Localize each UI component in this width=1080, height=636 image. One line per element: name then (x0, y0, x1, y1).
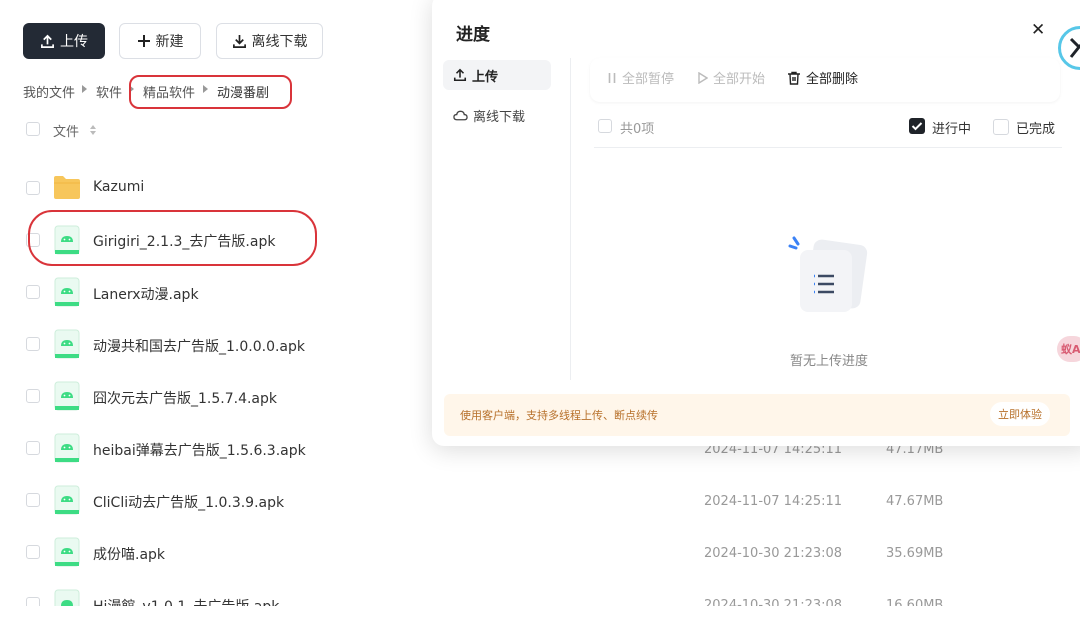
panel-divider (570, 58, 571, 380)
item-count: 共0项 (620, 122, 655, 137)
row-checkbox[interactable] (26, 545, 40, 559)
file-name[interactable]: 囧次元去广告版_1.5.7.4.apk (93, 388, 277, 408)
progress-panel: 进度 ✕ 上传 离线下载 全部暂停 全部开始 全部删除 共0项 进行中 已完成 … (432, 0, 1080, 446)
upload-button-label: 上传 (60, 34, 88, 50)
in-progress-checkbox[interactable] (909, 118, 925, 134)
start-all-label: 全部开始 (713, 72, 766, 87)
empty-document-icon (788, 236, 868, 312)
cloud-icon (453, 110, 468, 121)
android-apk-icon (54, 381, 80, 411)
android-apk-icon (54, 433, 80, 463)
upload-icon (453, 68, 467, 82)
play-icon (698, 71, 708, 84)
try-now-button[interactable]: 立即体验 (990, 402, 1050, 426)
assistant-icon (1069, 37, 1080, 58)
try-now-label: 立即体验 (998, 408, 1042, 421)
start-all-button[interactable]: 全部开始 (697, 68, 765, 87)
file-name[interactable]: 成份喵.apk (93, 544, 165, 564)
file-name[interactable]: Kazumi (93, 179, 144, 195)
android-apk-icon (54, 537, 80, 567)
row-checkbox[interactable] (26, 441, 40, 455)
file-name[interactable]: CliCli动去广告版_1.0.3.9.apk (93, 492, 284, 512)
row-checkbox[interactable] (26, 337, 40, 351)
tab-upload[interactable]: 上传 (443, 60, 551, 90)
side-translate-badge[interactable]: 蚁A (1057, 336, 1080, 362)
file-size: 35.69MB (886, 546, 944, 561)
list-bottom-fade (0, 606, 1080, 636)
sort-icon[interactable] (89, 124, 97, 136)
android-apk-icon (54, 329, 80, 359)
tab-offline-download[interactable]: 离线下载 (453, 106, 525, 125)
new-button-label: 新建 (155, 34, 184, 50)
file-name[interactable]: Lanerx动漫.apk (93, 284, 199, 304)
android-apk-icon (54, 485, 80, 515)
column-header-file[interactable]: 文件 (53, 121, 79, 140)
offline-download-label: 离线下载 (251, 34, 308, 50)
breadcrumb-item-software[interactable]: 软件 (96, 82, 122, 101)
promo-text: 使用客户端，支持多线程上传、断点续传 (460, 409, 658, 422)
delete-all-button[interactable]: 全部删除 (787, 68, 858, 87)
row-checkbox[interactable] (26, 285, 40, 299)
check-icon (911, 122, 923, 131)
close-icon[interactable]: ✕ (1031, 20, 1045, 40)
pause-icon (608, 72, 616, 83)
annotation-circle (129, 75, 292, 109)
empty-state-text: 暂无上传进度 (790, 354, 869, 369)
download-icon (232, 34, 246, 48)
row-checkbox[interactable] (26, 493, 40, 507)
panel-title: 进度 (456, 25, 490, 45)
tab-upload-label: 上传 (472, 69, 499, 85)
file-name[interactable]: 动漫共和国去广告版_1.0.0.0.apk (93, 336, 305, 356)
file-date: 2024-11-07 14:25:11 (704, 494, 843, 509)
upload-icon (41, 34, 54, 48)
folder-icon (54, 176, 80, 199)
done-checkbox[interactable] (993, 119, 1009, 135)
filter-divider (594, 147, 1062, 148)
side-badge-text: 蚁A (1061, 343, 1080, 356)
offline-download-button[interactable]: 离线下载 (216, 23, 323, 59)
delete-all-label: 全部删除 (806, 72, 859, 87)
in-progress-label[interactable]: 进行中 (932, 118, 971, 137)
pause-all-button[interactable]: 全部暂停 (607, 68, 674, 87)
chevron-right-icon (82, 85, 87, 93)
upload-button[interactable]: 上传 (23, 23, 105, 59)
select-all-checkbox[interactable] (598, 119, 612, 133)
row-checkbox[interactable] (26, 389, 40, 403)
file-size: 47.67MB (886, 494, 944, 509)
android-apk-icon (54, 277, 80, 307)
done-label[interactable]: 已完成 (1016, 118, 1055, 137)
trash-icon (788, 71, 800, 85)
row-checkbox[interactable] (26, 181, 40, 195)
plus-icon (137, 35, 150, 47)
annotation-circle (28, 210, 317, 266)
new-button[interactable]: 新建 (119, 23, 201, 59)
file-name[interactable]: heibai弹幕去广告版_1.5.6.3.apk (93, 440, 306, 460)
file-date: 2024-10-30 21:23:08 (704, 546, 843, 561)
pause-all-label: 全部暂停 (622, 72, 675, 87)
tab-offline-label: 离线下载 (473, 110, 526, 125)
promo-banner: 使用客户端，支持多线程上传、断点续传 立即体验 (444, 394, 1070, 436)
breadcrumb-item-my-files[interactable]: 我的文件 (23, 82, 75, 101)
select-all-checkbox[interactable] (26, 122, 40, 136)
